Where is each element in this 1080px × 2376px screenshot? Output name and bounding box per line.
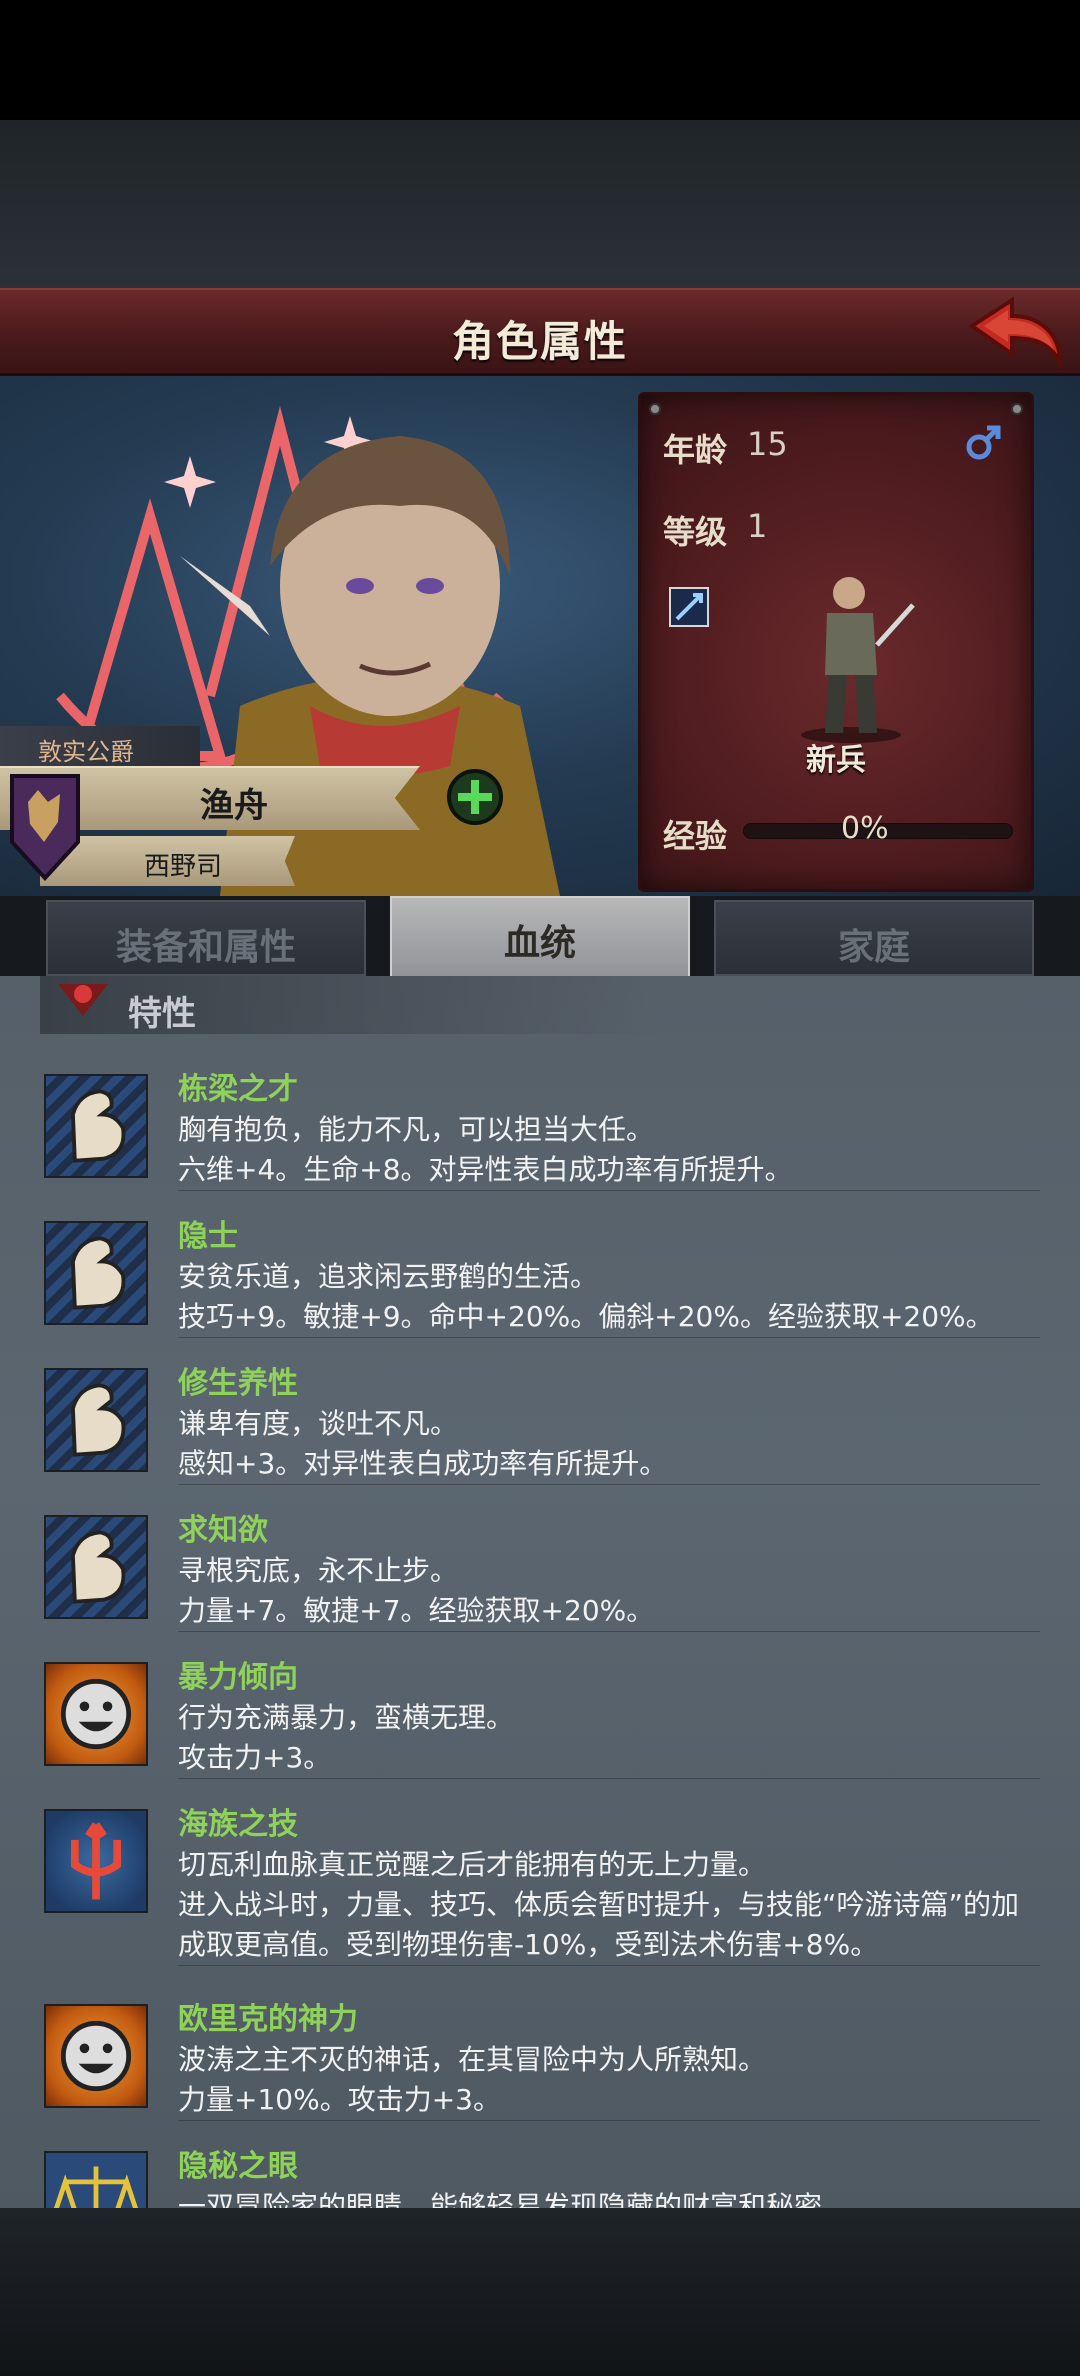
level-value: 1 <box>747 507 768 545</box>
trait-description: 安贫乐道，追求闲云野鹤的生活。 <box>178 1260 599 1293</box>
class-name: 新兵 <box>806 743 866 778</box>
trait-effect: 六维+4。生命+8。对异性表白成功率有所提升。 <box>178 1153 793 1186</box>
trait-name: 隐士 <box>178 1219 238 1254</box>
tab-equipment[interactable]: 装备和属性 <box>46 900 366 976</box>
trait-divider <box>178 1965 1040 1966</box>
bottom-backdrop <box>0 2208 1080 2376</box>
trait-name: 暴力倾向 <box>178 1660 298 1695</box>
age-label: 年龄 <box>663 431 728 469</box>
top-backdrop <box>0 120 1080 288</box>
scales-icon <box>44 2151 148 2208</box>
rank-title-label: 敦实公爵 <box>38 738 134 766</box>
trait-name: 隐秘之眼 <box>178 2149 298 2184</box>
trait-divider <box>178 1778 1040 1779</box>
muscle-arm-icon <box>44 1368 148 1472</box>
back-arrow-icon[interactable] <box>966 296 1066 372</box>
tab-bloodline[interactable]: 血统 <box>390 896 690 980</box>
trait-effect: 技巧+9。敏捷+9。命中+20%。偏斜+20%。经验获取+20%。 <box>178 1300 994 1333</box>
status-bar-area <box>0 0 1080 120</box>
traits-section-header: 特性 <box>40 976 660 1034</box>
smiley-face-icon <box>44 2004 148 2108</box>
trait-name: 求知欲 <box>178 1513 268 1548</box>
rank-title: 敦实公爵 <box>0 726 200 766</box>
trait-effect: 感知+3。对异性表白成功率有所提升。 <box>178 1447 668 1480</box>
trait-effect: 进入战斗时，力量、技巧、体质会暂时提升，与技能“吟游诗篇”的加 <box>178 1888 1020 1921</box>
soldier-figure <box>801 577 915 743</box>
trait-description: 一双冒险家的眼睛，能够轻易发现隐藏的财富和秘密。 <box>178 2190 851 2208</box>
heart-badge-icon <box>58 984 108 1016</box>
trait-name: 栋梁之才 <box>178 1072 298 1107</box>
tab-bar: 装备和属性 血统 家庭 <box>0 896 1080 980</box>
trident-icon <box>44 1809 148 1913</box>
trait-description: 胸有抱负，能力不凡，可以担当大任。 <box>178 1113 655 1146</box>
character-origin: 西野司 <box>144 852 223 882</box>
info-panel: 年龄 15 等级 1 新兵 经验 0% <box>638 392 1034 892</box>
trait-effect: 力量+10%。攻击力+3。 <box>178 2083 501 2116</box>
rivet-decoration <box>649 403 661 415</box>
trait-description: 寻根究底，永不止步。 <box>178 1554 459 1587</box>
trait-divider <box>178 1484 1040 1485</box>
trait-description: 谦卑有度，谈吐不凡。 <box>178 1407 459 1440</box>
title-bar: 角色属性 <box>0 288 1080 376</box>
trait-name: 海族之技 <box>178 1807 298 1842</box>
traits-section-label: 特性 <box>128 994 196 1034</box>
trait-divider <box>178 1337 1040 1338</box>
exp-label: 经验 <box>663 817 728 855</box>
traits-panel[interactable]: 特性 栋梁之才胸有抱负，能力不凡，可以担当大任。六维+4。生命+8。对异性表白成… <box>0 976 1080 2208</box>
trait-divider <box>178 2120 1040 2121</box>
rivet-decoration <box>1011 403 1023 415</box>
trait-divider <box>178 1631 1040 1632</box>
tab-family[interactable]: 家庭 <box>714 900 1034 976</box>
trait-effect: 攻击力+3。 <box>178 1741 332 1774</box>
muscle-arm-icon <box>44 1074 148 1178</box>
trait-effect: 成取更高值。受到物理伤害-10%，受到法术伤害+8%。 <box>178 1928 879 1961</box>
exp-value: 0% <box>841 811 889 846</box>
wolf-crest-icon <box>10 774 80 881</box>
add-plus-icon[interactable] <box>446 768 504 826</box>
trait-effect: 力量+7。敏捷+7。经验获取+20%。 <box>178 1594 655 1627</box>
trait-name: 欧里克的神力 <box>178 2002 358 2037</box>
muscle-arm-icon <box>44 1515 148 1619</box>
sword-skill-icon[interactable] <box>669 587 709 627</box>
trait-description: 切瓦利血脉真正觉醒之后才能拥有的无上力量。 <box>178 1848 767 1881</box>
level-label: 等级 <box>663 513 728 551</box>
muscle-arm-icon <box>44 1221 148 1325</box>
character-name: 渔舟 <box>200 786 268 826</box>
page-title: 角色属性 <box>451 317 628 366</box>
male-gender-icon <box>966 425 1001 460</box>
smiley-face-icon <box>44 1662 148 1766</box>
age-value: 15 <box>747 425 788 463</box>
trait-description: 波涛之主不灭的神话，在其冒险中为人所熟知。 <box>178 2043 767 2076</box>
trait-name: 修生养性 <box>178 1366 298 1401</box>
trait-divider <box>178 1190 1040 1191</box>
trait-description: 行为充满暴力，蛮横无理。 <box>178 1701 515 1734</box>
